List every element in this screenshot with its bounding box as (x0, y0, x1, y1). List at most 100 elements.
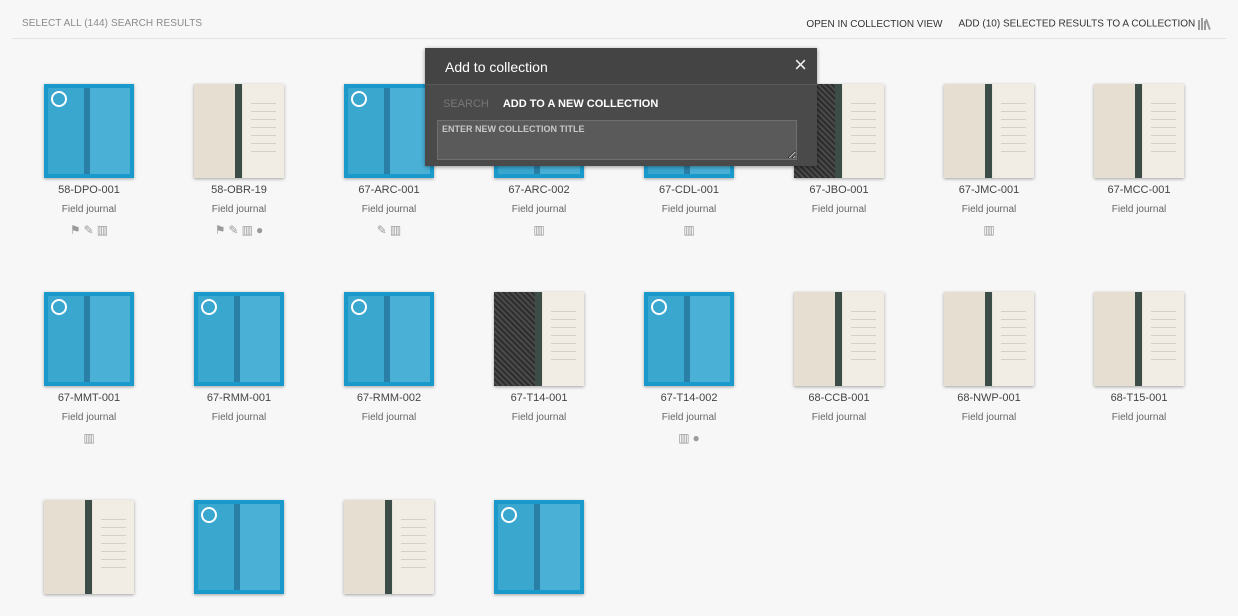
thumbnail[interactable] (344, 500, 434, 594)
thumbnail[interactable] (494, 500, 584, 594)
thumbnail[interactable] (944, 292, 1034, 386)
item-id[interactable]: 67-T14-001 (464, 392, 614, 404)
item-type: Field journal (661, 204, 717, 215)
comment-icon: ● (255, 223, 264, 237)
item-id[interactable]: 67-ARC-002 (464, 184, 614, 196)
item-type: Field journal (811, 412, 867, 423)
item-icons (14, 602, 164, 616)
result-tile[interactable] (164, 500, 314, 616)
item-icons (1064, 431, 1214, 445)
item-icons (464, 602, 614, 616)
item-icons: ▥ (14, 431, 164, 445)
item-type: Field journal (1111, 204, 1167, 215)
item-icons: ▥ (464, 223, 614, 237)
thumbnail[interactable] (194, 292, 284, 386)
item-id[interactable]: 68-NWP-001 (914, 392, 1064, 404)
thumbnail[interactable] (1094, 84, 1184, 178)
pencil-icon: ✎ (228, 223, 239, 237)
dialog-title: Add to collection (445, 59, 548, 75)
item-id[interactable]: 67-T14-002 (614, 392, 764, 404)
item-id[interactable]: 68-CCB-001 (764, 392, 914, 404)
select-radio-icon[interactable] (351, 91, 367, 107)
result-tile[interactable]: 68-NWP-001 Field journal (914, 292, 1064, 445)
thumbnail[interactable] (44, 84, 134, 178)
library-icon: ▥ (96, 223, 109, 237)
item-id[interactable]: 58-OBR-19 (164, 184, 314, 196)
result-tile[interactable]: 67-MCC-001 Field journal (1064, 84, 1214, 237)
result-tile[interactable]: 67-T14-002 Field journal ▥ ● (614, 292, 764, 445)
item-type: Field journal (211, 204, 267, 215)
item-id[interactable]: 67-JBO-001 (764, 184, 914, 196)
result-tile[interactable]: 58-DPO-001 Field journal ⚑ ✎ ▥ (14, 84, 164, 237)
select-radio-icon[interactable] (351, 299, 367, 315)
item-type: Field journal (511, 412, 567, 423)
result-tile[interactable]: 67-RMM-001 Field journal (164, 292, 314, 445)
result-tile[interactable]: 68-T15-001 Field journal (1064, 292, 1214, 445)
item-id[interactable]: 67-RMM-002 (314, 392, 464, 404)
result-tile[interactable]: 67-MMT-001 Field journal ▥ (14, 292, 164, 445)
item-id[interactable]: 67-ARC-001 (314, 184, 464, 196)
item-icons (764, 223, 914, 237)
result-tile[interactable]: 58-OBR-19 Field journal ⚑ ✎ ▥ ● (164, 84, 314, 237)
select-radio-icon[interactable] (501, 507, 517, 523)
thumbnail[interactable] (944, 84, 1034, 178)
item-type: Field journal (211, 412, 267, 423)
library-icon: ▥ (241, 223, 253, 237)
library-icon: ▥ (389, 223, 402, 237)
item-id[interactable]: 68-T15-001 (1064, 392, 1214, 404)
thumbnail[interactable] (1094, 292, 1184, 386)
dialog-header: Add to collection × (425, 48, 817, 85)
item-icons (164, 602, 314, 616)
item-type: Field journal (61, 412, 117, 423)
item-type: Field journal (361, 204, 417, 215)
thumbnail[interactable] (344, 84, 434, 178)
result-tile[interactable]: 68-CCB-001 Field journal (764, 292, 914, 445)
item-id[interactable]: 67-JMC-001 (914, 184, 1064, 196)
item-icons (164, 431, 314, 445)
select-radio-icon[interactable] (51, 91, 67, 107)
item-type: Field journal (511, 204, 567, 215)
thumbnail[interactable] (494, 292, 584, 386)
item-type: Field journal (61, 204, 117, 215)
thumbnail[interactable] (794, 292, 884, 386)
result-tile[interactable]: 67-RMM-002 Field journal (314, 292, 464, 445)
item-id[interactable]: 67-MCC-001 (1064, 184, 1214, 196)
item-id[interactable]: 58-DPO-001 (14, 184, 164, 196)
select-radio-icon[interactable] (651, 299, 667, 315)
select-radio-icon[interactable] (201, 507, 217, 523)
result-tile[interactable] (14, 500, 164, 616)
item-type: Field journal (1111, 412, 1167, 423)
close-icon[interactable]: × (794, 54, 807, 76)
flag-icon: ⚑ (69, 223, 81, 237)
item-icons (1064, 223, 1214, 237)
pencil-icon: ✎ (83, 223, 94, 237)
collection-title-input[interactable] (437, 120, 797, 160)
item-icons (464, 431, 614, 445)
tab-search[interactable]: SEARCH (443, 98, 489, 110)
item-icons (314, 602, 464, 616)
thumbnail[interactable] (194, 84, 284, 178)
flag-icon: ⚑ (214, 223, 226, 237)
item-id[interactable]: 67-RMM-001 (164, 392, 314, 404)
item-id[interactable]: 67-CDL-001 (614, 184, 764, 196)
item-type: Field journal (961, 204, 1017, 215)
result-tile[interactable]: 67-JMC-001 Field journal ▥ (914, 84, 1064, 237)
result-tile[interactable]: 67-T14-001 Field journal (464, 292, 614, 445)
select-radio-icon[interactable] (201, 299, 217, 315)
item-icons: ▥ (914, 223, 1064, 237)
item-icons (314, 431, 464, 445)
tab-add-new-collection[interactable]: ADD TO A NEW COLLECTION (503, 98, 658, 110)
library-icon: ▥ (533, 223, 545, 237)
thumbnail[interactable] (44, 292, 134, 386)
item-type: Field journal (361, 412, 417, 423)
select-radio-icon[interactable] (51, 299, 67, 315)
result-tile[interactable] (464, 500, 614, 616)
item-icons: ✎ ▥ (314, 223, 464, 237)
item-icons: ⚑ ✎ ▥ (14, 223, 164, 237)
thumbnail[interactable] (644, 292, 734, 386)
thumbnail[interactable] (344, 292, 434, 386)
item-id[interactable]: 67-MMT-001 (14, 392, 164, 404)
result-tile[interactable] (314, 500, 464, 616)
thumbnail[interactable] (44, 500, 134, 594)
thumbnail[interactable] (194, 500, 284, 594)
